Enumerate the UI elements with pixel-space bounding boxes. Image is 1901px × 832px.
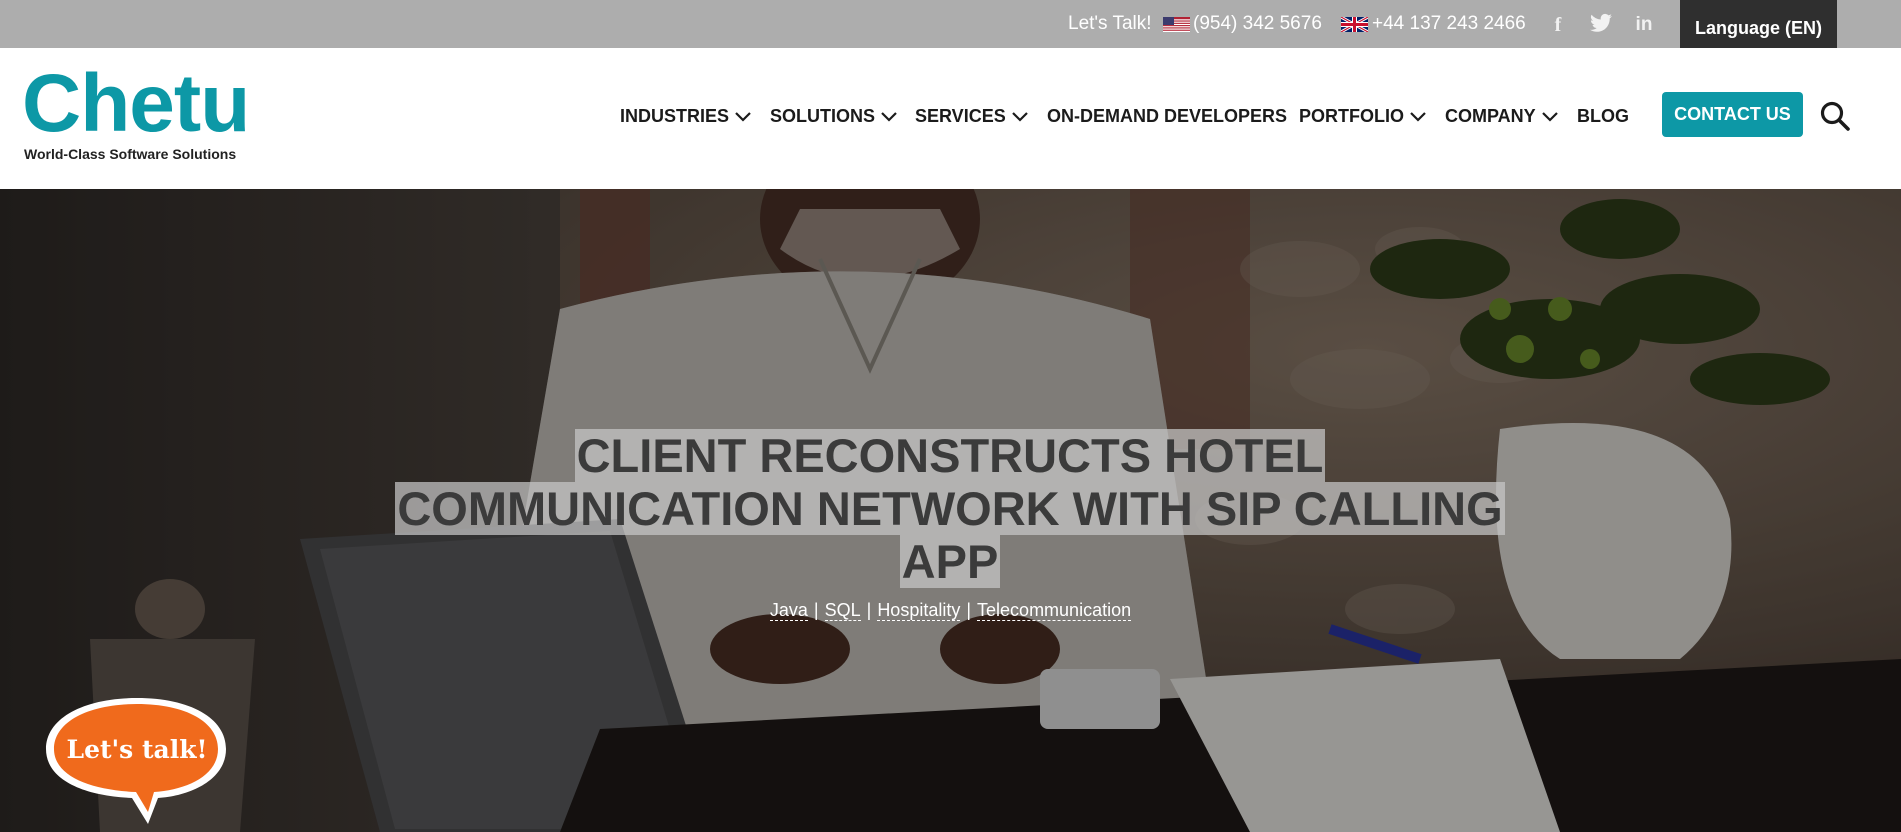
tag-java[interactable]: Java — [769, 600, 808, 621]
linkedin-icon[interactable]: in — [1632, 13, 1656, 37]
site-header: Chetu World-Class Software Solutions IND… — [0, 48, 1901, 189]
chevron-down-icon — [735, 112, 751, 122]
nav-label: SOLUTIONS — [770, 106, 876, 126]
chevron-down-icon — [881, 112, 897, 122]
us-flag-icon — [1163, 17, 1190, 32]
chevron-down-icon — [1011, 112, 1028, 122]
chevron-down-icon — [1541, 112, 1558, 122]
hero-title: CLIENT RECONSTRUCTS HOTEL COMMUNICATION … — [370, 429, 1530, 588]
nav-services[interactable]: SERVICES — [915, 104, 1028, 128]
twitter-icon[interactable] — [1589, 13, 1613, 37]
tag-list: Java | SQL | Hospitality | Telecommunication — [0, 600, 1901, 621]
tag-hospitality[interactable]: Hospitality — [877, 600, 961, 621]
nav-label: PORTFOLIO — [1299, 106, 1404, 126]
logo-tagline: World-Class Software Solutions — [24, 146, 237, 162]
tag-separator: | — [813, 600, 819, 620]
us-phone-link[interactable]: (954) 342 5676 — [1193, 13, 1322, 35]
facebook-icon[interactable]: f — [1546, 13, 1570, 37]
nav-on-demand-developers[interactable]: ON-DEMAND DEVELOPERS — [1047, 104, 1287, 128]
lets-talk-text: Let's Talk! — [1068, 13, 1152, 34]
lets-talk-chat-button[interactable]: Let's talk! — [40, 694, 235, 827]
uk-phone-link[interactable]: +44 137 243 2466 — [1372, 13, 1526, 35]
nav-company[interactable]: COMPANY — [1445, 104, 1558, 128]
tag-sql[interactable]: SQL — [824, 600, 861, 621]
chat-label: Let's talk! — [66, 735, 207, 764]
nav-label: BLOG — [1577, 106, 1629, 126]
nav-label: ON-DEMAND DEVELOPERS — [1047, 106, 1288, 126]
tag-separator: | — [866, 600, 872, 620]
nav-label: COMPANY — [1445, 106, 1536, 126]
nav-blog[interactable]: BLOG — [1577, 104, 1629, 128]
chevron-down-icon — [1410, 112, 1426, 122]
search-icon[interactable] — [1819, 100, 1851, 132]
hero-title-line: COMMUNICATION NETWORK WITH SIP CALLING — [395, 482, 1505, 535]
uk-flag-icon — [1341, 17, 1368, 32]
tag-telecommunication[interactable]: Telecommunication — [977, 600, 1132, 621]
nav-portfolio[interactable]: PORTFOLIO — [1299, 104, 1426, 128]
hero-title-line: APP — [899, 535, 1001, 588]
hero-banner: CLIENT RECONSTRUCTS HOTEL COMMUNICATION … — [0, 189, 1901, 832]
nav-label: INDUSTRIES — [620, 106, 730, 126]
contact-us-button[interactable]: CONTACT US — [1662, 92, 1803, 137]
logo-wordmark: Chetu — [22, 58, 250, 149]
tag-separator: | — [966, 600, 972, 620]
nav-industries[interactable]: INDUSTRIES — [620, 104, 751, 128]
nav-label: SERVICES — [915, 106, 1006, 126]
nav-solutions[interactable]: SOLUTIONS — [770, 104, 897, 128]
top-bar: Let's Talk! (954) 342 5676 +44 137 243 2… — [0, 0, 1901, 57]
hero-title-line: CLIENT RECONSTRUCTS HOTEL — [574, 429, 1326, 482]
